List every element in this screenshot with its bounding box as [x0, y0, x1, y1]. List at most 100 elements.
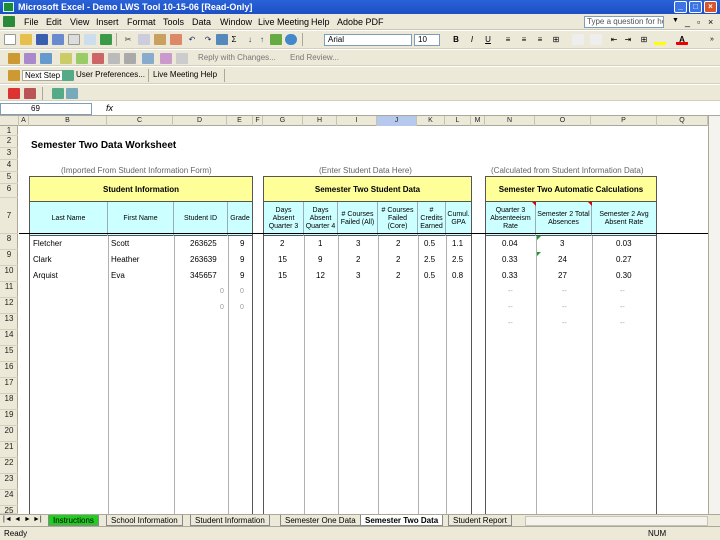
tab-school-information[interactable]: School Information [106, 515, 183, 526]
column-header-c[interactable]: C [107, 116, 173, 126]
row-header[interactable]: 15 [0, 346, 18, 362]
tab-instructions[interactable]: Instructions [48, 515, 99, 526]
align-left-icon[interactable]: ≡ [502, 34, 514, 45]
row-header[interactable]: 10 [0, 266, 18, 282]
lws-home-icon[interactable] [8, 70, 20, 81]
review-icon[interactable] [8, 53, 20, 64]
column-header-b[interactable]: B [29, 116, 107, 126]
worksheet-grid[interactable]: Semester Two Data Worksheet (Imported Fr… [19, 126, 708, 514]
print-icon[interactable] [68, 34, 80, 45]
hyperlink-icon[interactable] [216, 34, 228, 45]
bold-button[interactable]: B [450, 34, 462, 45]
pdf-send-icon[interactable] [66, 88, 78, 99]
column-header-j[interactable]: J [377, 116, 417, 126]
close-button[interactable]: × [704, 1, 717, 13]
cell-days-absent-q3[interactable]: 15 [278, 255, 287, 264]
reply-with-changes-button[interactable]: Reply with Changes... [198, 53, 276, 62]
cell-cumul-gpa[interactable]: 2.5 [452, 255, 463, 264]
live-meeting-help-button[interactable]: Live Meeting Help [153, 70, 217, 79]
preferences-icon[interactable] [62, 70, 74, 81]
column-header-p[interactable]: P [591, 116, 657, 126]
tab-student-report[interactable]: Student Report [448, 515, 512, 526]
cell-courses-failed-core[interactable]: 2 [396, 239, 400, 248]
first-sheet-nav-icon[interactable]: |◄ [3, 516, 12, 523]
row-header[interactable]: 25 [0, 506, 18, 515]
cut-icon[interactable]: ✂ [122, 34, 134, 45]
track-icon[interactable] [24, 53, 36, 64]
cell-last-name[interactable]: Fletcher [33, 239, 62, 248]
doc-minimize-icon[interactable]: _ [685, 17, 690, 27]
horizontal-scrollbar[interactable] [525, 516, 708, 526]
cell-credits-earned[interactable]: 0.5 [424, 239, 435, 248]
doc-restore-icon[interactable]: ▫ [697, 17, 700, 27]
end-review-button[interactable]: End Review... [290, 53, 339, 62]
sort-ascending-icon[interactable]: ↓ [244, 34, 256, 45]
cell-days-absent-q3[interactable]: 2 [280, 239, 284, 248]
hide-ink-icon[interactable] [176, 53, 188, 64]
student-info-body[interactable]: Fletcher Scott 263625 9 Clark Heather 26… [30, 236, 252, 514]
cell-courses-failed-all[interactable]: 3 [356, 239, 360, 248]
column-header-g[interactable]: G [263, 116, 303, 126]
row-header[interactable]: 12 [0, 298, 18, 314]
cell-first-name[interactable]: Heather [111, 255, 139, 264]
column-header-l[interactable]: L [445, 116, 471, 126]
cell-credits-earned[interactable]: 0.5 [424, 271, 435, 280]
copy-icon[interactable] [138, 34, 150, 45]
cell-courses-failed-all[interactable]: 2 [356, 255, 360, 264]
menu-data[interactable]: Data [192, 17, 211, 27]
font-name-combo[interactable]: Arial [324, 34, 412, 46]
cell-days-absent-q4[interactable]: 1 [318, 239, 322, 248]
cell-first-name[interactable]: Eva [111, 271, 125, 280]
fill-color-icon[interactable] [654, 34, 666, 45]
cell-credits-earned[interactable]: 2.5 [424, 255, 435, 264]
show-all-comments-icon[interactable] [124, 53, 136, 64]
row-header[interactable]: 11 [0, 282, 18, 298]
row-header[interactable]: 18 [0, 394, 18, 410]
next-comment-icon[interactable] [76, 53, 88, 64]
last-sheet-nav-icon[interactable]: ►| [33, 516, 42, 523]
tab-student-information[interactable]: Student Information [190, 515, 270, 526]
cell-q3-absenteeism-rate[interactable]: 0.33 [502, 255, 518, 264]
cell-cumul-gpa[interactable]: 0.8 [452, 271, 463, 280]
tab-semester-one-data[interactable]: Semester One Data [280, 515, 361, 526]
row-header[interactable]: 21 [0, 442, 18, 458]
menu-help[interactable]: Help [311, 17, 330, 27]
permission-icon[interactable] [52, 34, 64, 45]
menu-format[interactable]: Format [127, 17, 156, 27]
name-box[interactable]: 69 [0, 103, 92, 115]
cell-grade[interactable]: 9 [240, 255, 244, 264]
chart-wizard-icon[interactable] [270, 34, 282, 45]
cell-cumul-gpa[interactable]: 1.1 [452, 239, 463, 248]
row-header[interactable]: 19 [0, 410, 18, 426]
menu-window[interactable]: Window [220, 17, 252, 27]
select-all-corner[interactable] [0, 116, 19, 126]
spelling-icon[interactable] [100, 34, 112, 45]
cell-s2-avg-absent-rate[interactable]: 0.27 [616, 255, 632, 264]
font-size-combo[interactable]: 10 [414, 34, 440, 46]
cell-days-absent-q4[interactable]: 12 [316, 271, 325, 280]
toolbar-options-icon[interactable]: » [706, 34, 718, 45]
cell-days-absent-q4[interactable]: 9 [318, 255, 322, 264]
decrease-indent-icon[interactable]: ⇤ [608, 34, 620, 45]
ink-annotation-icon[interactable] [160, 53, 172, 64]
row-header[interactable]: 16 [0, 362, 18, 378]
row-header[interactable]: 2 [0, 136, 18, 148]
row-header[interactable]: 20 [0, 426, 18, 442]
column-header-e[interactable]: E [227, 116, 253, 126]
cell-first-name[interactable]: Scott [111, 239, 129, 248]
delete-comment-icon[interactable] [92, 53, 104, 64]
column-header-a[interactable]: A [19, 116, 29, 126]
cell-student-id[interactable]: 263639 [190, 255, 217, 264]
row-header[interactable]: 3 [0, 148, 18, 160]
menu-live-meeting[interactable]: Live Meeting [258, 17, 309, 27]
row-header[interactable]: 23 [0, 474, 18, 490]
cell-grade[interactable]: 9 [240, 239, 244, 248]
row-header[interactable]: 8 [0, 234, 18, 250]
cell-grade[interactable]: 9 [240, 271, 244, 280]
undo-icon[interactable]: ↶ [186, 34, 198, 45]
row-header[interactable]: 9 [0, 250, 18, 266]
help-icon[interactable] [285, 34, 297, 45]
help-question-input[interactable]: Type a question for help [584, 16, 664, 28]
column-header-i[interactable]: I [337, 116, 377, 126]
align-right-icon[interactable]: ≡ [534, 34, 546, 45]
